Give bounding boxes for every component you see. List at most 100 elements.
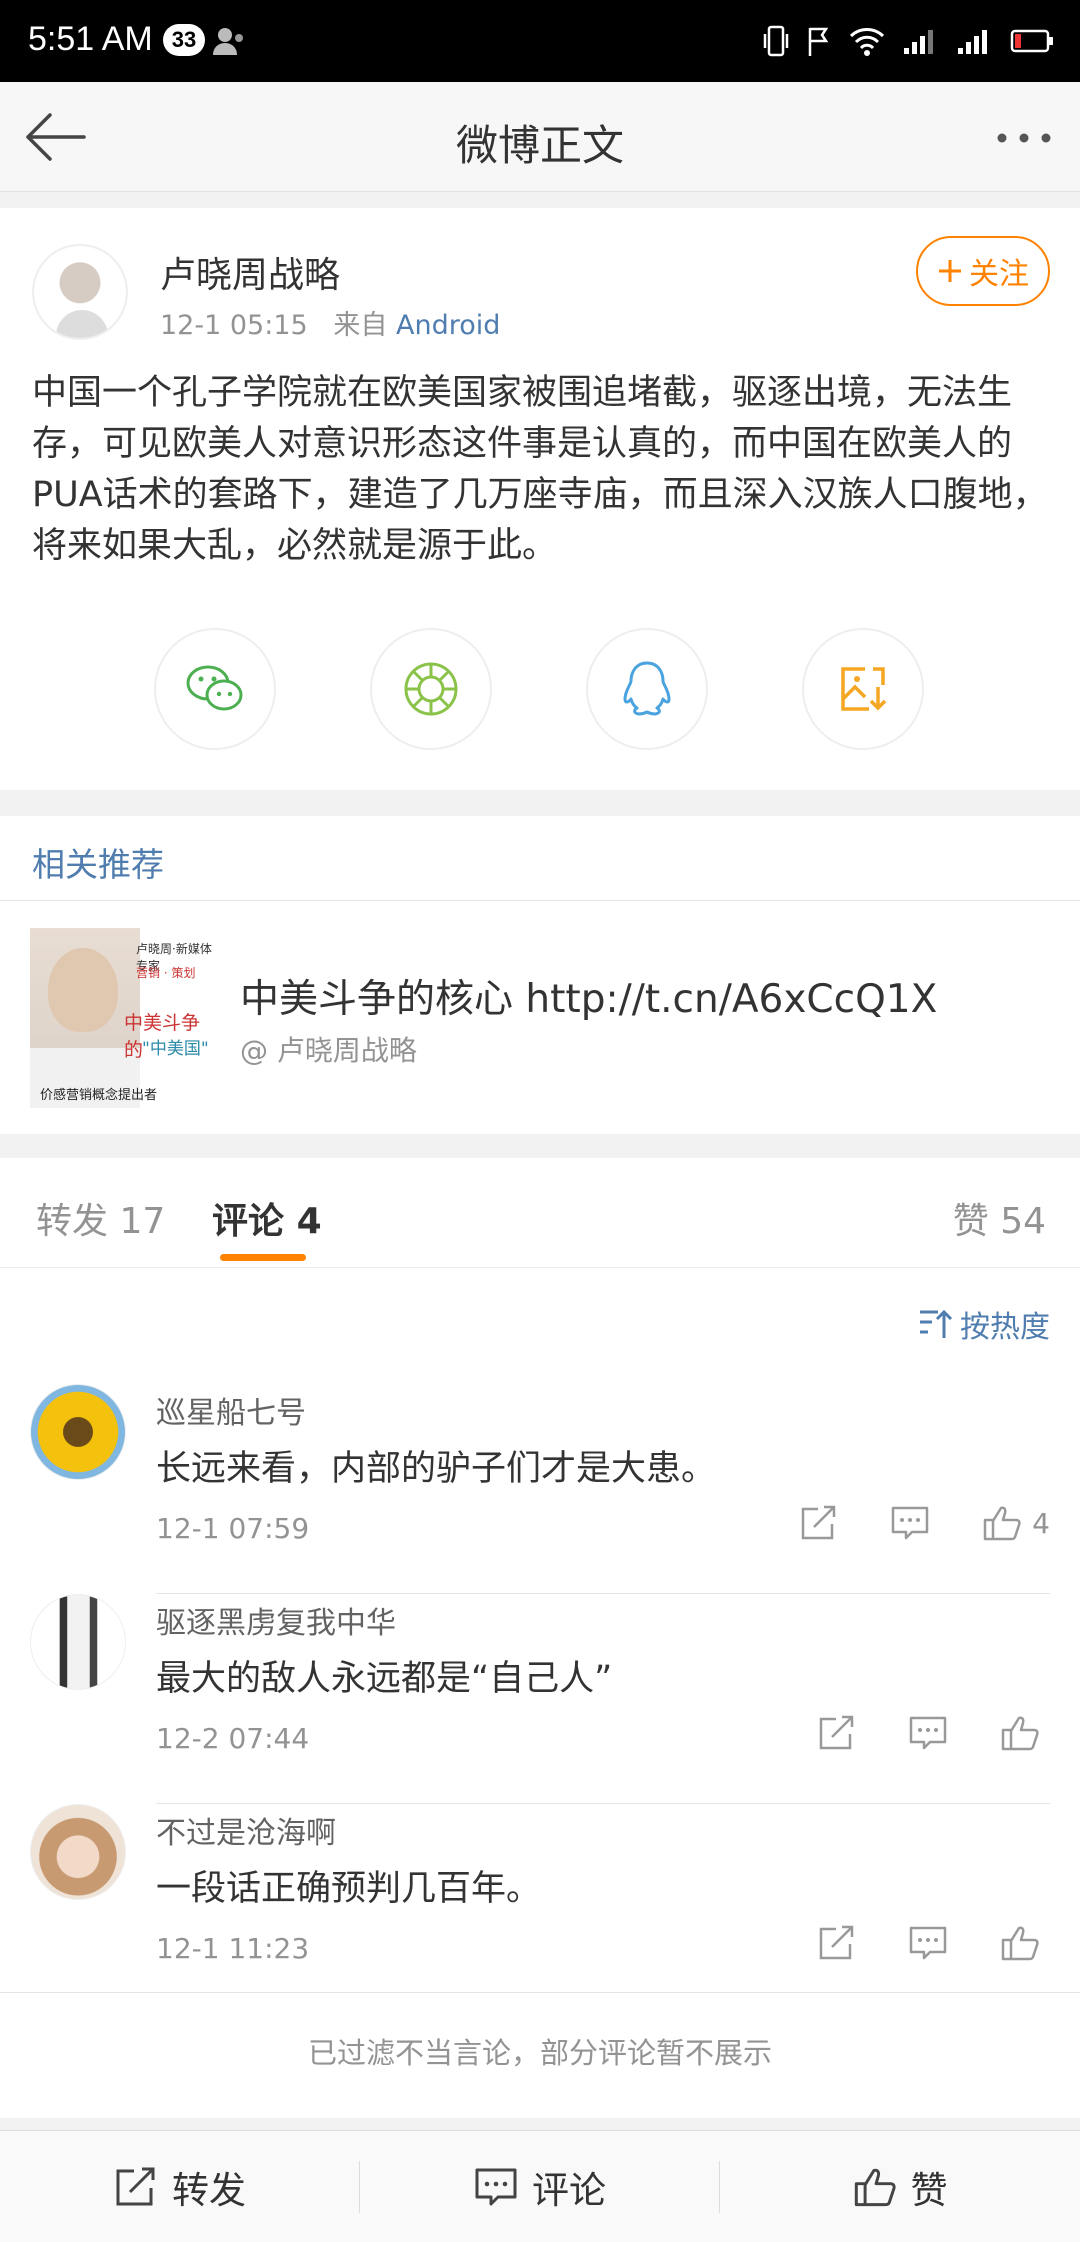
status-time: 5:51 AM xyxy=(28,20,153,58)
comment-item: 巡星船七号 长远来看，内部的驴子们才是大患。 12-1 07:59 4 xyxy=(0,1384,1080,1594)
top-navbar: 微博正文 xyxy=(0,82,1080,192)
flag-icon xyxy=(808,27,829,56)
related-section-title: 相关推荐 xyxy=(32,845,164,884)
vibrate-icon xyxy=(763,25,789,57)
tab-likes-label: 赞 xyxy=(952,1201,989,1242)
more-options-icon[interactable] xyxy=(994,118,1054,158)
comment-repost-button[interactable] xyxy=(818,1925,856,1961)
tab-likes-count: 54 xyxy=(1000,1201,1046,1242)
qq-icon xyxy=(623,661,671,716)
tab-reposts-label: 转发 xyxy=(36,1201,109,1242)
commenter-name[interactable]: 不过是沧海啊 xyxy=(156,1808,336,1852)
sort-icon xyxy=(920,1309,953,1338)
thumbs-up-icon xyxy=(1001,1926,1039,1961)
comment-button[interactable]: 评论 xyxy=(360,2131,720,2242)
share-moments-button[interactable] xyxy=(370,628,492,750)
like-label: 赞 xyxy=(910,2168,948,2212)
commenter-avatar[interactable] xyxy=(30,1804,126,1900)
commenter-avatar[interactable] xyxy=(30,1384,126,1480)
comment-item: 不过是沧海啊 一段话正确预判几百年。 12-1 11:23 xyxy=(0,1804,1080,2014)
share-out-icon xyxy=(801,1505,836,1540)
repost-button[interactable]: 转发 xyxy=(0,2131,360,2242)
comment-text: 长远来看，内部的驴子们才是大患。 xyxy=(156,1449,717,1489)
share-wechat-button[interactable] xyxy=(154,628,276,750)
thumbs-up-icon xyxy=(854,2168,896,2206)
comment-text: 最大的敌人永远都是“自己人” xyxy=(156,1659,613,1699)
post-meta: 12-1 05:15 来自 Android xyxy=(160,303,500,342)
post-source: Android xyxy=(396,310,501,341)
comment-bubble-icon xyxy=(909,1926,947,1960)
comment-like-count: 4 xyxy=(1032,1506,1050,1540)
tab-reposts[interactable]: 转发 17 xyxy=(36,1192,165,1244)
filtered-comments-note: 已过滤不当言论，部分评论暂不展示 xyxy=(0,1992,1080,2118)
share-out-icon xyxy=(116,2167,155,2205)
thumbs-up-icon xyxy=(983,1506,1021,1541)
person-icon xyxy=(213,28,243,55)
sort-label: 按热度 xyxy=(960,1310,1050,1345)
wifi-icon xyxy=(849,28,885,56)
post-card: 卢晓周战略 12-1 05:15 来自 Android 关注 中国一个孔子学院就… xyxy=(0,208,1080,790)
comment-time: 12-2 07:44 xyxy=(156,1722,310,1755)
commenter-name[interactable]: 驱逐黑虏复我中华 xyxy=(156,1598,396,1642)
repost-label: 转发 xyxy=(172,2168,246,2212)
comment-repost-button[interactable] xyxy=(800,1505,838,1541)
related-author[interactable]: @ 卢晓周战略 xyxy=(240,1029,417,1069)
comment-actions xyxy=(818,1924,1050,1962)
thumb-caption-2: 营销 · 策划 xyxy=(136,966,196,980)
commenter-avatar[interactable] xyxy=(30,1594,126,1690)
battery-icon xyxy=(1010,29,1053,53)
sort-by-hot-button[interactable]: 按热度 xyxy=(918,1302,1050,1346)
comments-section: 转发 17 评论 4 赞 54 按热度 巡星船七号 长远来看，内部的驴子们才是大… xyxy=(0,1158,1080,1992)
comment-reply-button[interactable] xyxy=(908,1925,948,1961)
comment-bubble-icon xyxy=(891,1506,929,1540)
thumb-caption-4: "中美国" xyxy=(142,1039,209,1059)
comment-actions xyxy=(818,1714,1050,1752)
tab-comments-label: 评论 xyxy=(212,1201,285,1242)
share-row xyxy=(0,628,1080,752)
comment-item: 驱逐黑虏复我中华 最大的敌人永远都是“自己人” 12-2 07:44 xyxy=(0,1594,1080,1804)
save-image-icon xyxy=(841,667,887,711)
tab-likes[interactable]: 赞 54 xyxy=(953,1192,1046,1244)
post-body-text: 中国一个孔子学院就在欧美国家被围追堵截，驱逐出境，无法生存，可见欧美人对意识形态… xyxy=(32,373,1048,566)
commenter-name[interactable]: 巡星船七号 xyxy=(156,1388,306,1432)
comment-actions: 4 xyxy=(800,1504,1050,1542)
divider xyxy=(0,1267,1080,1268)
save-image-button[interactable] xyxy=(802,628,924,750)
comment-reply-button[interactable] xyxy=(908,1715,948,1751)
related-headline-link[interactable]: 中美斗争的核心 http://t.cn/A6xCcQ1X xyxy=(240,968,937,1024)
comment-time: 12-1 11:23 xyxy=(156,1932,310,1965)
author-avatar[interactable] xyxy=(32,244,128,340)
comment-like-button[interactable]: 4 xyxy=(982,1504,1050,1542)
comment-like-button[interactable] xyxy=(1000,1924,1050,1962)
follow-button[interactable]: 关注 xyxy=(916,236,1050,306)
plus-icon xyxy=(939,260,961,282)
tab-comments-count: 4 xyxy=(296,1201,322,1242)
author-name[interactable]: 卢晓周战略 xyxy=(160,246,340,298)
status-bar: 5:51 AM 33 xyxy=(0,0,1080,82)
notification-count-badge: 33 xyxy=(163,24,205,56)
comment-repost-button[interactable] xyxy=(818,1715,856,1751)
active-tab-indicator xyxy=(220,1254,306,1261)
status-icons xyxy=(762,20,1054,62)
like-button[interactable]: 赞 xyxy=(720,2131,1080,2242)
comment-bubble-icon xyxy=(475,2168,517,2205)
comment-time: 12-1 07:59 xyxy=(156,1512,310,1545)
comment-text: 一段话正确预判几百年。 xyxy=(156,1869,542,1909)
moments-icon xyxy=(404,662,458,716)
comment-like-button[interactable] xyxy=(1000,1714,1050,1752)
comment-bubble-icon xyxy=(909,1716,947,1750)
follow-label: 关注 xyxy=(969,257,1029,292)
post-source-prefix: 来自 xyxy=(333,310,388,341)
share-out-icon xyxy=(819,1715,854,1750)
page-title: 微博正文 xyxy=(455,121,624,170)
tab-comments[interactable]: 评论 4 xyxy=(212,1192,322,1244)
thumbs-up-icon xyxy=(1001,1716,1039,1751)
thumb-caption-5: 价感营销概念提出者 xyxy=(40,1088,158,1103)
share-qq-button[interactable] xyxy=(586,628,708,750)
divider xyxy=(0,900,1080,901)
comment-reply-button[interactable] xyxy=(890,1505,930,1541)
signal-roaming-icon xyxy=(958,30,987,54)
share-out-icon xyxy=(819,1925,854,1960)
related-thumbnail[interactable]: 卢晓周·新媒体专家 营销 · 策划 中美斗争的 "中美国" 价感营销概念提出者 xyxy=(30,924,218,1108)
tab-reposts-count: 17 xyxy=(119,1201,166,1242)
